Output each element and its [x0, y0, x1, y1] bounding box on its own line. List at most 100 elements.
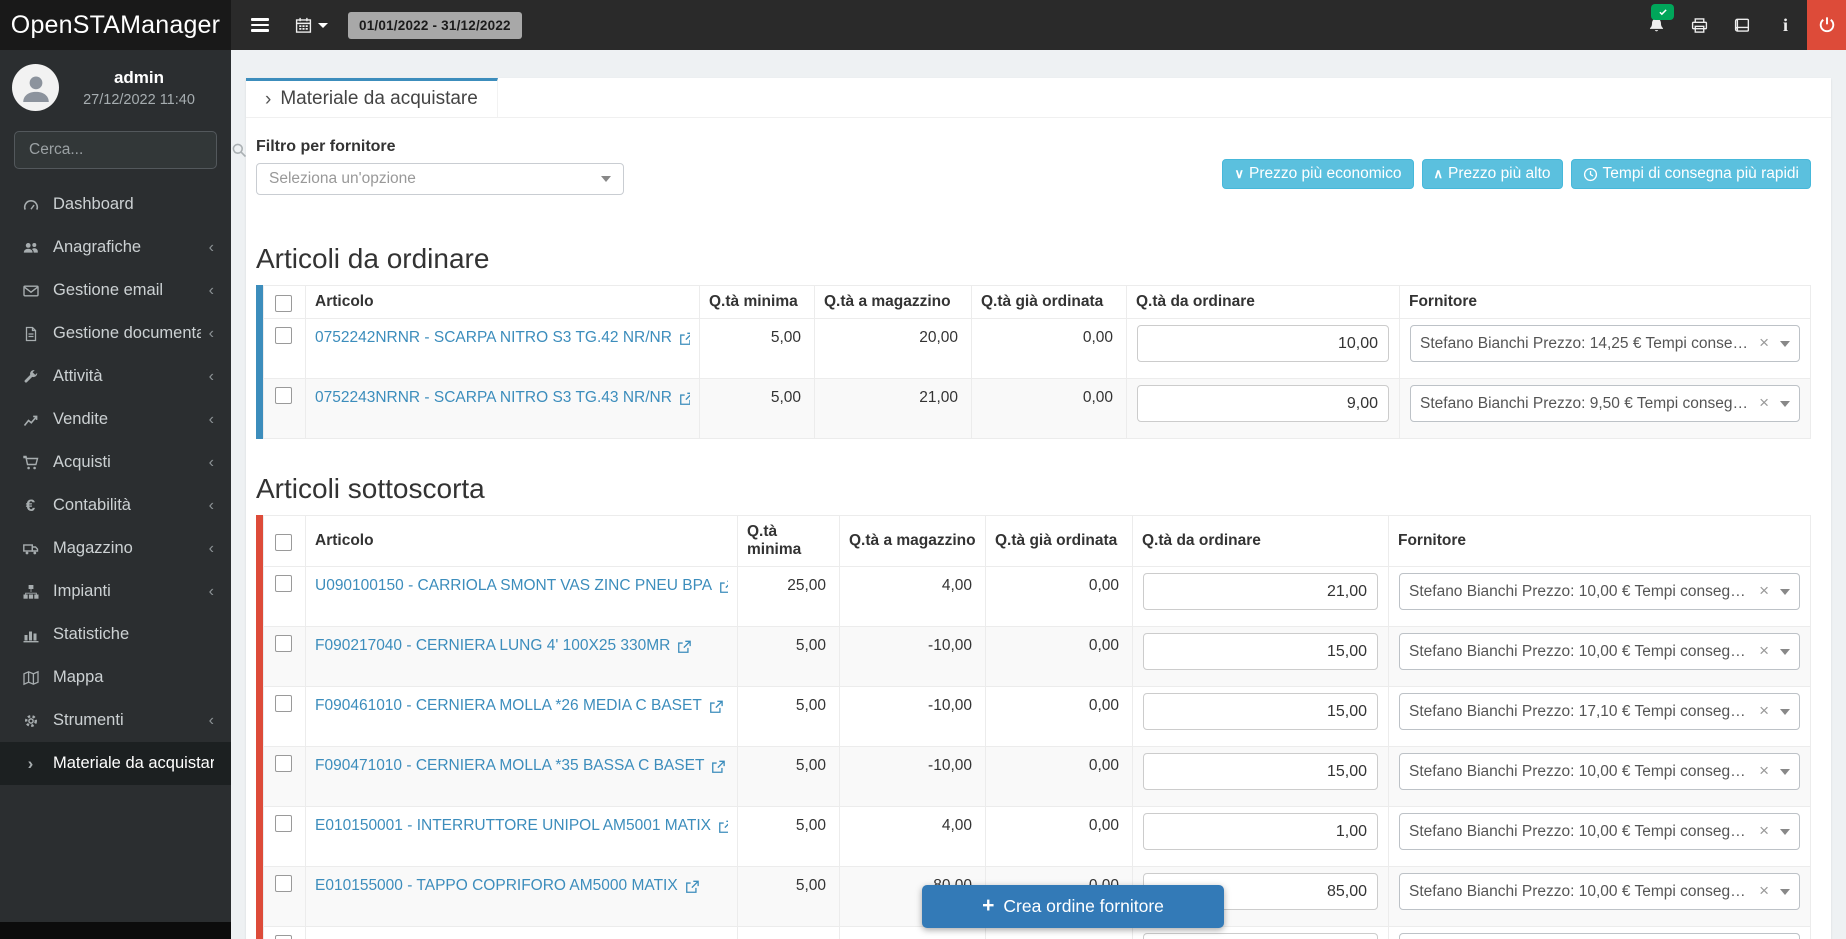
sidebar-item[interactable]: Gestione email ‹	[0, 269, 231, 312]
clear-selection-icon[interactable]: ×	[1759, 333, 1769, 353]
article-link[interactable]: E010150001 - INTERRUTTORE UNIPOL AM5001 …	[315, 817, 728, 835]
sidebar-item-label: Acquisti	[53, 453, 201, 472]
sidebar-item[interactable]: Statistiche ‹	[0, 613, 231, 656]
section-title-ordinare: Articoli da ordinare	[256, 245, 1811, 273]
article-link[interactable]: E010155000 - TAPPO COPRIFORO AM5000 MATI…	[315, 877, 728, 895]
qty-to-order-input[interactable]	[1143, 933, 1378, 939]
sidebar-item[interactable]: Acquisti ‹	[0, 441, 231, 484]
qty-to-order-input[interactable]	[1143, 753, 1378, 790]
sort-button[interactable]: Tempi di consegna più rapidi	[1571, 159, 1811, 189]
top-navbar: OpenSTAManager 01/01/2022 - 31/12/2022 i	[0, 0, 1846, 50]
row-checkbox[interactable]	[275, 875, 292, 892]
clear-selection-icon[interactable]: ×	[1759, 641, 1769, 661]
supplier-select[interactable]: Stefano Bianchi Prezzo: 17,10 € Tempi co…	[1399, 693, 1800, 730]
article-link[interactable]: 0752243NRNR - SCARPA NITRO S3 TG.43 NR/N…	[315, 389, 690, 407]
article-link[interactable]: F090461010 - CERNIERA MOLLA *26 MEDIA C …	[315, 697, 728, 715]
supplier-select[interactable]: Stefano Bianchi Prezzo: 10,00 € Tempi co…	[1399, 633, 1800, 670]
qty-to-order-input[interactable]	[1143, 573, 1378, 610]
row-checkbox[interactable]	[275, 387, 292, 404]
sidebar-item[interactable]: Gestione documentale ‹	[0, 312, 231, 355]
sidebar-item[interactable]: € Contabilità ‹	[0, 484, 231, 527]
row-checkbox[interactable]	[275, 327, 292, 344]
qty-min-cell: 5,00	[700, 379, 815, 439]
notifications-button[interactable]	[1635, 0, 1678, 50]
sidebar-item[interactable]: Vendite ‹	[0, 398, 231, 441]
clear-selection-icon[interactable]: ×	[1759, 701, 1769, 721]
sidebar-item[interactable]: Anagrafiche ‹	[0, 226, 231, 269]
supplier-select[interactable]: Stefano Bianchi Prezzo: 9,50 € Tempi con…	[1410, 385, 1800, 422]
row-checkbox[interactable]	[275, 815, 292, 832]
sidebar-item[interactable]: Magazzino ‹	[0, 527, 231, 570]
qty-to-order-input[interactable]	[1137, 385, 1389, 422]
column-header: Q.tà minima	[738, 516, 840, 567]
search-input[interactable]	[27, 140, 231, 160]
article-link[interactable]: F090217040 - CERNIERA LUNG 4' 100X25 330…	[315, 637, 728, 655]
sidebar-item[interactable]: › Materiale da acquistare ‹	[0, 742, 231, 785]
sidebar-item[interactable]: Mappa ‹	[0, 656, 231, 699]
chevron-left-icon: ‹	[209, 369, 214, 385]
qty-to-order-input[interactable]	[1137, 325, 1389, 362]
sidebar-item[interactable]: Strumenti ‹	[0, 699, 231, 742]
clear-selection-icon[interactable]: ×	[1759, 821, 1769, 841]
qty-to-order-input[interactable]	[1143, 693, 1378, 730]
logout-button[interactable]	[1807, 0, 1846, 50]
qty-min-cell: 5,00	[738, 807, 840, 867]
table-row: 0752942NRNR - SCARPA ALLROAD-H S3 TG 42 …	[264, 927, 1811, 939]
sort-button-label: Tempi di consegna più rapidi	[1603, 165, 1799, 183]
supplier-filter-select[interactable]: Seleziona un'opzione	[256, 163, 624, 195]
qty-min-cell: 5,00	[738, 687, 840, 747]
select-all-checkbox[interactable]	[275, 534, 292, 551]
table-header-row: Articolo Q.tà minima Q.tà a magazzino Q.…	[264, 516, 1811, 567]
article-link[interactable]: 0752242NRNR - SCARPA NITRO S3 TG.42 NR/N…	[315, 329, 690, 347]
supplier-select[interactable]: Stefano Bianchi Prezzo: 10,00 € Tempi co…	[1399, 933, 1800, 939]
date-range-picker[interactable]	[295, 17, 328, 34]
external-link-icon	[679, 392, 690, 406]
caret-down-icon	[318, 23, 328, 28]
docs-button[interactable]	[1721, 0, 1764, 50]
supplier-select[interactable]: Stefano Bianchi Prezzo: 10,00 € Tempi co…	[1399, 753, 1800, 790]
supplier-select[interactable]: Stefano Bianchi Prezzo: 10,00 € Tempi co…	[1399, 573, 1800, 610]
supplier-select[interactable]: Stefano Bianchi Prezzo: 14,25 € Tempi co…	[1410, 325, 1800, 362]
supplier-select[interactable]: Stefano Bianchi Prezzo: 10,00 € Tempi co…	[1399, 813, 1800, 850]
qty-to-order-input[interactable]	[1143, 813, 1378, 850]
external-link-icon	[711, 760, 725, 774]
create-supplier-order-button[interactable]: + Crea ordine fornitore	[922, 885, 1224, 928]
sidebar-item-icon	[19, 627, 42, 643]
row-checkbox[interactable]	[275, 575, 292, 592]
sidebar-item[interactable]: Dashboard ‹	[0, 183, 231, 226]
row-checkbox[interactable]	[275, 695, 292, 712]
table-row: F090471010 - CERNIERA MOLLA *35 BASSA C …	[264, 747, 1811, 807]
article-link[interactable]: U090100150 - CARRIOLA SMONT VAS ZINC PNE…	[315, 577, 728, 595]
tab-materiale-da-acquistare[interactable]: › Materiale da acquistare	[246, 78, 498, 117]
clear-selection-icon[interactable]: ×	[1759, 393, 1769, 413]
row-checkbox[interactable]	[275, 935, 292, 939]
info-button[interactable]: i	[1764, 0, 1807, 50]
column-header: Q.tà minima	[700, 286, 815, 319]
sidebar-toggle-icon[interactable]	[251, 18, 269, 31]
row-checkbox[interactable]	[275, 635, 292, 652]
chevron-left-icon: ‹	[209, 283, 214, 299]
select-all-checkbox[interactable]	[275, 295, 292, 312]
supplier-select[interactable]: Stefano Bianchi Prezzo: 10,00 € Tempi co…	[1399, 873, 1800, 910]
date-range-badge[interactable]: 01/01/2022 - 31/12/2022	[348, 12, 522, 39]
sidebar-item[interactable]: Impianti ‹	[0, 570, 231, 613]
sort-button[interactable]: ∧ Prezzo più alto	[1422, 159, 1563, 189]
clear-selection-icon[interactable]: ×	[1759, 881, 1769, 901]
book-icon	[1734, 17, 1751, 34]
angle-right-icon: ›	[265, 90, 271, 109]
user-info: admin 27/12/2022 11:40	[59, 68, 219, 108]
qty-to-order-input[interactable]	[1143, 633, 1378, 670]
row-checkbox[interactable]	[275, 755, 292, 772]
print-button[interactable]	[1678, 0, 1721, 50]
sidebar-item[interactable]: Attività ‹	[0, 355, 231, 398]
clear-selection-icon[interactable]: ×	[1759, 761, 1769, 781]
table-row: U090100150 - CARRIOLA SMONT VAS ZINC PNE…	[264, 567, 1811, 627]
sidebar-item-icon	[19, 455, 42, 471]
article-link[interactable]: F090471010 - CERNIERA MOLLA *35 BASSA C …	[315, 757, 728, 775]
sidebar-search[interactable]	[14, 131, 217, 169]
sidebar: admin 27/12/2022 11:40 Dashboard ‹ Anagr…	[0, 50, 231, 922]
clear-selection-icon[interactable]: ×	[1759, 581, 1769, 601]
notifications-ok-badge	[1651, 4, 1674, 20]
plus-icon: +	[982, 895, 994, 916]
sort-button[interactable]: ∨ Prezzo più economico	[1222, 159, 1413, 189]
